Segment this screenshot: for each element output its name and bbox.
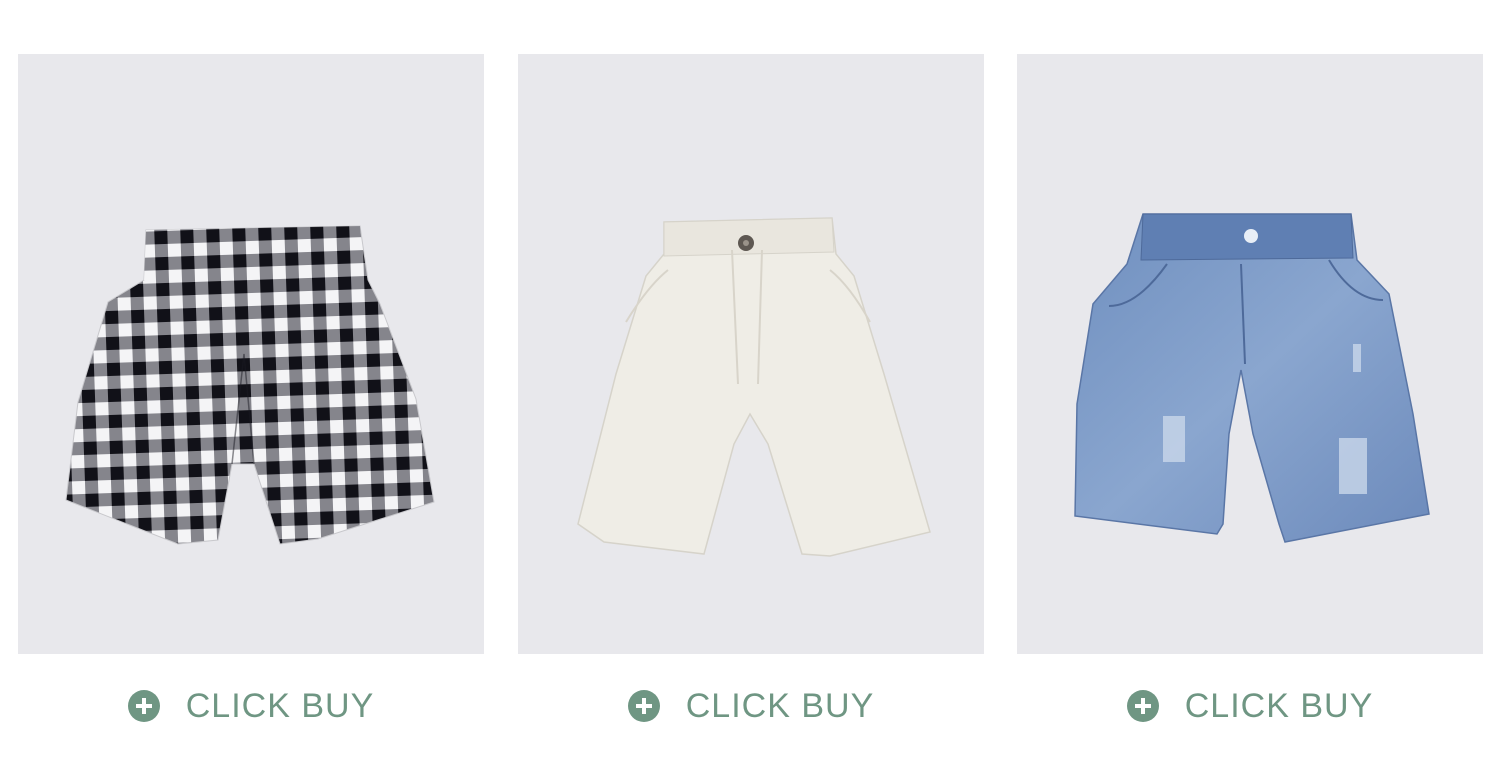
plus-circle-icon [1126,690,1159,722]
click-buy-button[interactable]: CLICK BUY [1017,684,1483,728]
product-image[interactable] [1017,54,1483,654]
plaid-shorts-image [65,225,435,545]
product-image[interactable] [18,54,484,654]
product-card: CLICK BUY [1017,54,1483,770]
click-buy-label: CLICK BUY [1184,687,1374,725]
product-card: CLICK BUY [18,54,484,770]
product-card: CLICK BUY [518,54,984,770]
product-image[interactable] [518,54,984,654]
denim-shorts-image [1074,213,1430,543]
plus-circle-icon [627,690,660,722]
plus-circle-icon [127,690,160,722]
click-buy-label: CLICK BUY [185,687,375,725]
click-buy-button[interactable]: CLICK BUY [18,684,484,728]
click-buy-label: CLICK BUY [685,687,875,725]
click-buy-button[interactable]: CLICK BUY [518,684,984,728]
beige-chino-shorts-image [577,217,931,557]
